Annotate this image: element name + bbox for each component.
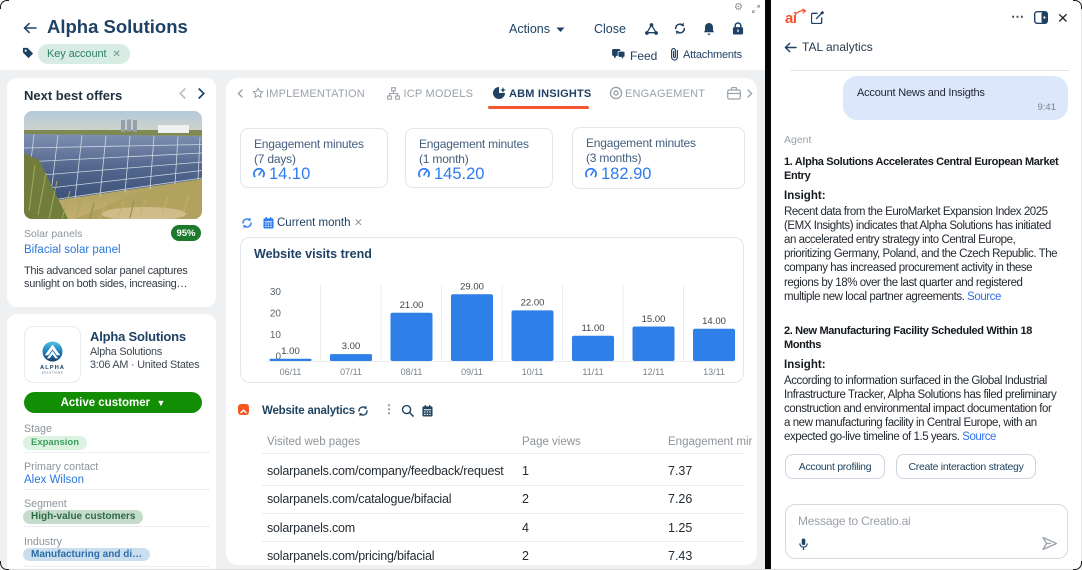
svg-text:10/11: 10/11 [522, 367, 544, 377]
svg-text:21.00: 21.00 [400, 300, 424, 311]
svg-text:09/11: 09/11 [461, 367, 483, 377]
svg-text:12/11: 12/11 [643, 367, 665, 377]
svg-text:13/11: 13/11 [703, 367, 725, 377]
svg-text:20: 20 [270, 309, 282, 320]
svg-text:07/11: 07/11 [340, 367, 362, 377]
svg-text:22.00: 22.00 [521, 298, 545, 309]
svg-text:11/11: 11/11 [582, 367, 603, 377]
svg-text:ALPHA: ALPHA [40, 365, 65, 371]
svg-text:30: 30 [270, 287, 282, 298]
svg-text:10: 10 [270, 330, 282, 341]
svg-text:3.00: 3.00 [342, 341, 361, 352]
svg-text:08/11: 08/11 [401, 367, 423, 377]
svg-text:1.00: 1.00 [281, 346, 300, 357]
svg-text:14.00: 14.00 [702, 316, 726, 327]
svg-text:29.00: 29.00 [460, 282, 484, 293]
svg-text:15.00: 15.00 [642, 314, 666, 325]
svg-text:SOLUTIONS: SOLUTIONS [42, 371, 63, 375]
svg-text:11.00: 11.00 [581, 323, 604, 334]
svg-text:06/11: 06/11 [280, 367, 302, 377]
